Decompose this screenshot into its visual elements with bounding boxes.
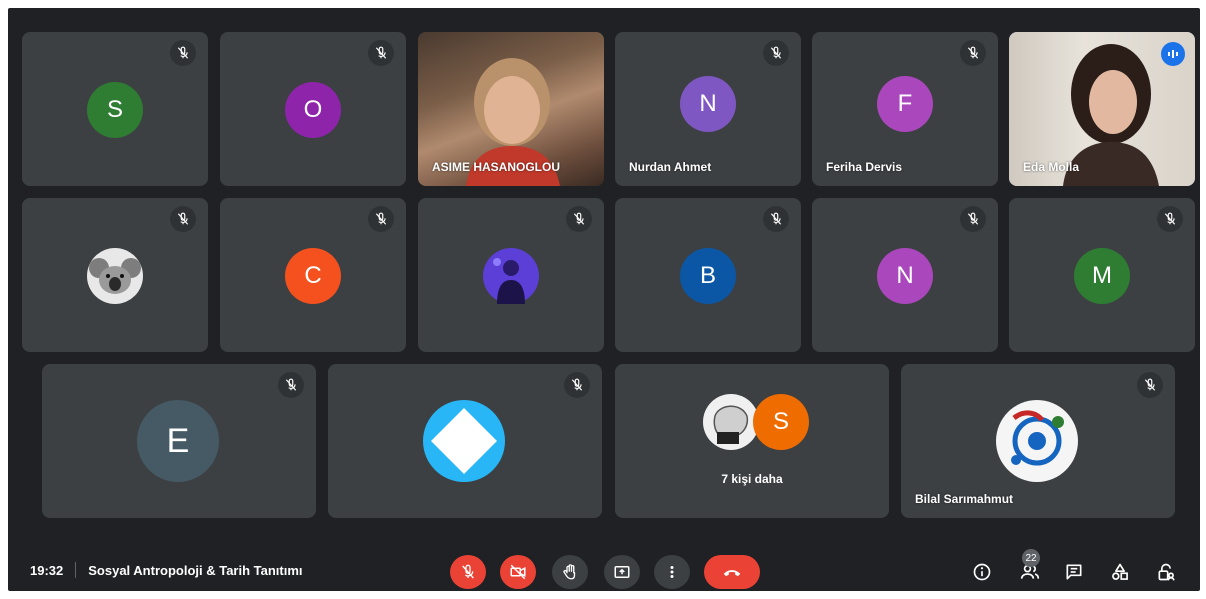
- activities-shapes-icon: [1112, 563, 1128, 580]
- camera-off-icon: [510, 564, 526, 580]
- present-screen-icon: [614, 566, 630, 578]
- avatar: N: [877, 248, 933, 304]
- meeting-clock: 19:32: [30, 562, 64, 578]
- participant-name: Eda Molla: [1023, 160, 1080, 174]
- koala-photo-avatar: [87, 248, 143, 304]
- mic-off-icon: [763, 206, 789, 232]
- participant-name: ASIME HASANOGLOU: [432, 160, 561, 174]
- participant-name: Nurdan Ahmet: [629, 160, 712, 174]
- participant-name: Feriha Dervis: [826, 160, 903, 174]
- microphone-toggle-button[interactable]: [450, 555, 486, 589]
- mic-off-icon: [368, 40, 394, 66]
- participant-name: Bilal Sarımahmut: [915, 492, 1014, 506]
- hang-up-icon: [723, 570, 741, 577]
- participant-tile[interactable]: O: [220, 32, 406, 186]
- mic-off-icon: [278, 372, 304, 398]
- participant-tile[interactable]: [22, 198, 208, 352]
- participant-tile[interactable]: N: [812, 198, 998, 352]
- avatar-initial: B: [699, 262, 716, 289]
- avatar-initial: F: [897, 90, 913, 117]
- active-speaker-tile[interactable]: Eda Molla: [1009, 32, 1195, 186]
- avatar: C: [285, 248, 341, 304]
- mic-off-icon: [368, 206, 394, 232]
- mic-off-icon: [960, 40, 986, 66]
- raise-hand-button[interactable]: [552, 555, 588, 589]
- mic-off-icon: [170, 206, 196, 232]
- avatar: S: [753, 394, 809, 450]
- participant-tile[interactable]: C: [220, 198, 406, 352]
- avatar-initial: M: [1092, 262, 1112, 289]
- participant-tile[interactable]: [418, 198, 604, 352]
- present-screen-button[interactable]: [604, 555, 640, 589]
- meeting-stage: S O ASIME HASANOGLOU N Nurdan Ahmet F Fe…: [8, 8, 1200, 591]
- mic-off-icon: [170, 40, 196, 66]
- participant-tile[interactable]: S: [22, 32, 208, 186]
- host-controls-button[interactable]: [1154, 560, 1178, 584]
- blue-diamond-avatar: [423, 400, 505, 482]
- purple-photo-avatar: [483, 248, 539, 304]
- more-participants-tile[interactable]: S 7 kişi daha: [615, 364, 889, 518]
- chat-icon: [1066, 564, 1082, 580]
- info-icon: [973, 563, 991, 581]
- divider: [75, 562, 77, 578]
- participant-tile[interactable]: [328, 364, 602, 518]
- more-options-button[interactable]: [654, 555, 690, 589]
- participants-button[interactable]: 22: [1018, 549, 1042, 584]
- participant-tile[interactable]: N Nurdan Ahmet: [615, 32, 801, 186]
- mic-off-icon: [566, 206, 592, 232]
- sketch-photo-avatar: [703, 394, 759, 450]
- avatar: N: [680, 76, 736, 132]
- avatar-initial: S: [106, 96, 123, 123]
- avatar-initial: O: [303, 96, 323, 123]
- avatar-initial: N: [896, 262, 914, 289]
- hand-icon: [563, 564, 576, 580]
- participant-count-badge: 22: [1022, 549, 1040, 567]
- participant-tile[interactable]: M: [1009, 198, 1195, 352]
- more-participants-label: 7 kişi daha: [721, 472, 783, 486]
- meeting-info: 19:32 Sosyal Antropoloji & Tarih Tanıtım…: [30, 562, 303, 578]
- camera-toggle-button[interactable]: [500, 555, 536, 589]
- leave-call-button[interactable]: [704, 555, 760, 589]
- more-vert-icon: [670, 566, 674, 578]
- participant-tile[interactable]: Bilal Sarımahmut: [901, 364, 1175, 518]
- avatar-initial: N: [699, 90, 717, 117]
- mic-off-icon: [462, 564, 474, 579]
- avatar: E: [137, 400, 219, 482]
- meeting-title: Sosyal Antropoloji & Tarih Tanıtımı: [88, 562, 303, 578]
- chat-button[interactable]: [1062, 560, 1086, 584]
- bottom-toolbar: 19:32 Sosyal Antropoloji & Tarih Tanıtım…: [8, 548, 1200, 591]
- avatar: B: [680, 248, 736, 304]
- avatar-initial: C: [304, 262, 322, 289]
- mic-off-icon: [763, 40, 789, 66]
- participant-video-tile[interactable]: ASIME HASANOGLOU: [418, 32, 604, 186]
- avatar: F: [877, 76, 933, 132]
- lock-person-icon: [1158, 563, 1175, 581]
- avatar: S: [87, 82, 143, 138]
- mic-off-icon: [1137, 372, 1163, 398]
- participant-tile[interactable]: B: [615, 198, 801, 352]
- avatar-initial: S: [772, 408, 789, 435]
- avatar: O: [285, 82, 341, 138]
- mic-off-icon: [1157, 206, 1183, 232]
- avatar: M: [1074, 248, 1130, 304]
- participant-tile[interactable]: E: [42, 364, 316, 518]
- mic-off-icon: [960, 206, 986, 232]
- avatar-initial: E: [166, 421, 190, 460]
- participant-tile[interactable]: F Feriha Dervis: [812, 32, 998, 186]
- tile-pattern-avatar: [996, 400, 1078, 482]
- meeting-details-button[interactable]: [970, 560, 994, 584]
- activities-button[interactable]: [1108, 560, 1132, 584]
- mic-off-icon: [564, 372, 590, 398]
- speaking-indicator-icon: [1161, 42, 1185, 66]
